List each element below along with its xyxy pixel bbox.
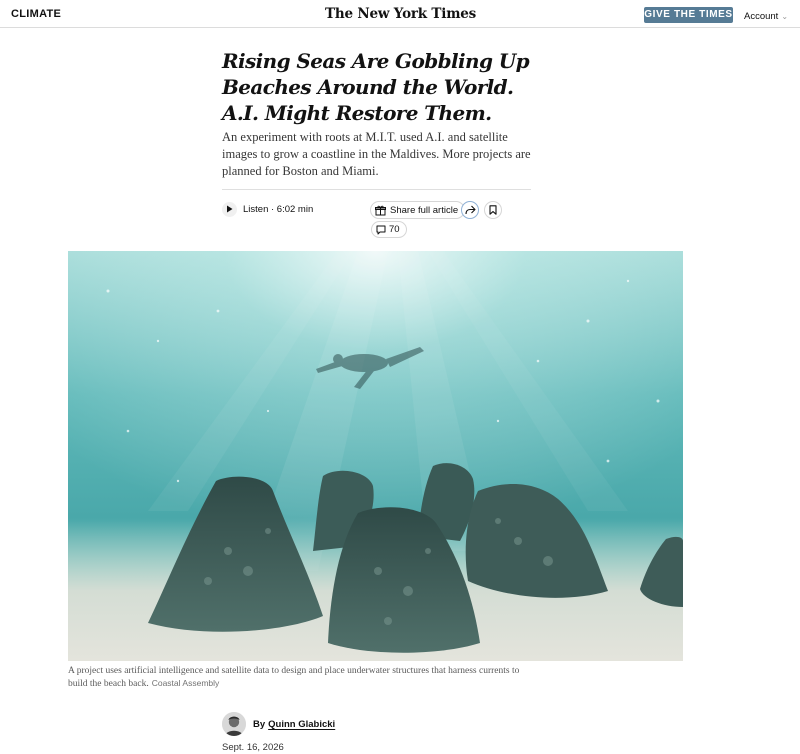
headline-line: A.I. Might Restore Them. (222, 101, 492, 125)
comment-bubble-icon (376, 225, 386, 234)
divider (222, 189, 531, 190)
publish-date: Sept. 16, 2026 (222, 742, 284, 753)
save-bookmark-button[interactable] (484, 201, 502, 219)
top-bar: CLIMATE The New York Times GIVE THE TIME… (0, 0, 800, 28)
bookmark-icon (489, 205, 497, 215)
author-link[interactable]: Quinn Glabicki (268, 719, 335, 730)
gift-icon (375, 205, 386, 215)
share-label: Share full article (390, 204, 459, 216)
section-label-climate[interactable]: CLIMATE (11, 8, 61, 20)
article-headline: Rising Seas Are Gobbling Up Beaches Arou… (222, 48, 542, 126)
article-summary: An experiment with roots at M.I.T. used … (222, 130, 531, 178)
give-the-times-button[interactable]: GIVE THE TIMES (644, 7, 733, 23)
share-arrow-button[interactable] (461, 201, 479, 219)
comments-button[interactable]: 70 (371, 221, 407, 238)
comments-count: 70 (389, 224, 400, 235)
play-icon (222, 201, 237, 217)
headline-line: Beaches Around the World. (222, 75, 514, 99)
account-label: Account (744, 11, 779, 22)
share-arrow-icon (464, 205, 476, 215)
byline: By Quinn Glabicki (222, 711, 335, 737)
listen-button[interactable]: Listen · 6:02 min (222, 201, 313, 217)
chevron-down-icon: ⌄ (781, 12, 789, 21)
caption-text: A project uses artificial intelligence a… (68, 666, 520, 689)
listen-label: Listen · 6:02 min (243, 203, 314, 215)
headline-line: Rising Seas Are Gobbling Up (222, 49, 530, 73)
caption-credit: Coastal Assembly (151, 678, 220, 688)
share-full-article-button[interactable]: Share full article (370, 201, 466, 219)
hero-image-underwater-structures (68, 251, 683, 661)
image-caption: A project uses artificial intelligence a… (68, 665, 538, 690)
byline-prefix: By (253, 718, 266, 730)
nyt-logo[interactable]: The New York Times (325, 6, 476, 22)
author-avatar[interactable] (222, 712, 246, 736)
account-menu[interactable]: Account ⌄ (744, 11, 788, 22)
